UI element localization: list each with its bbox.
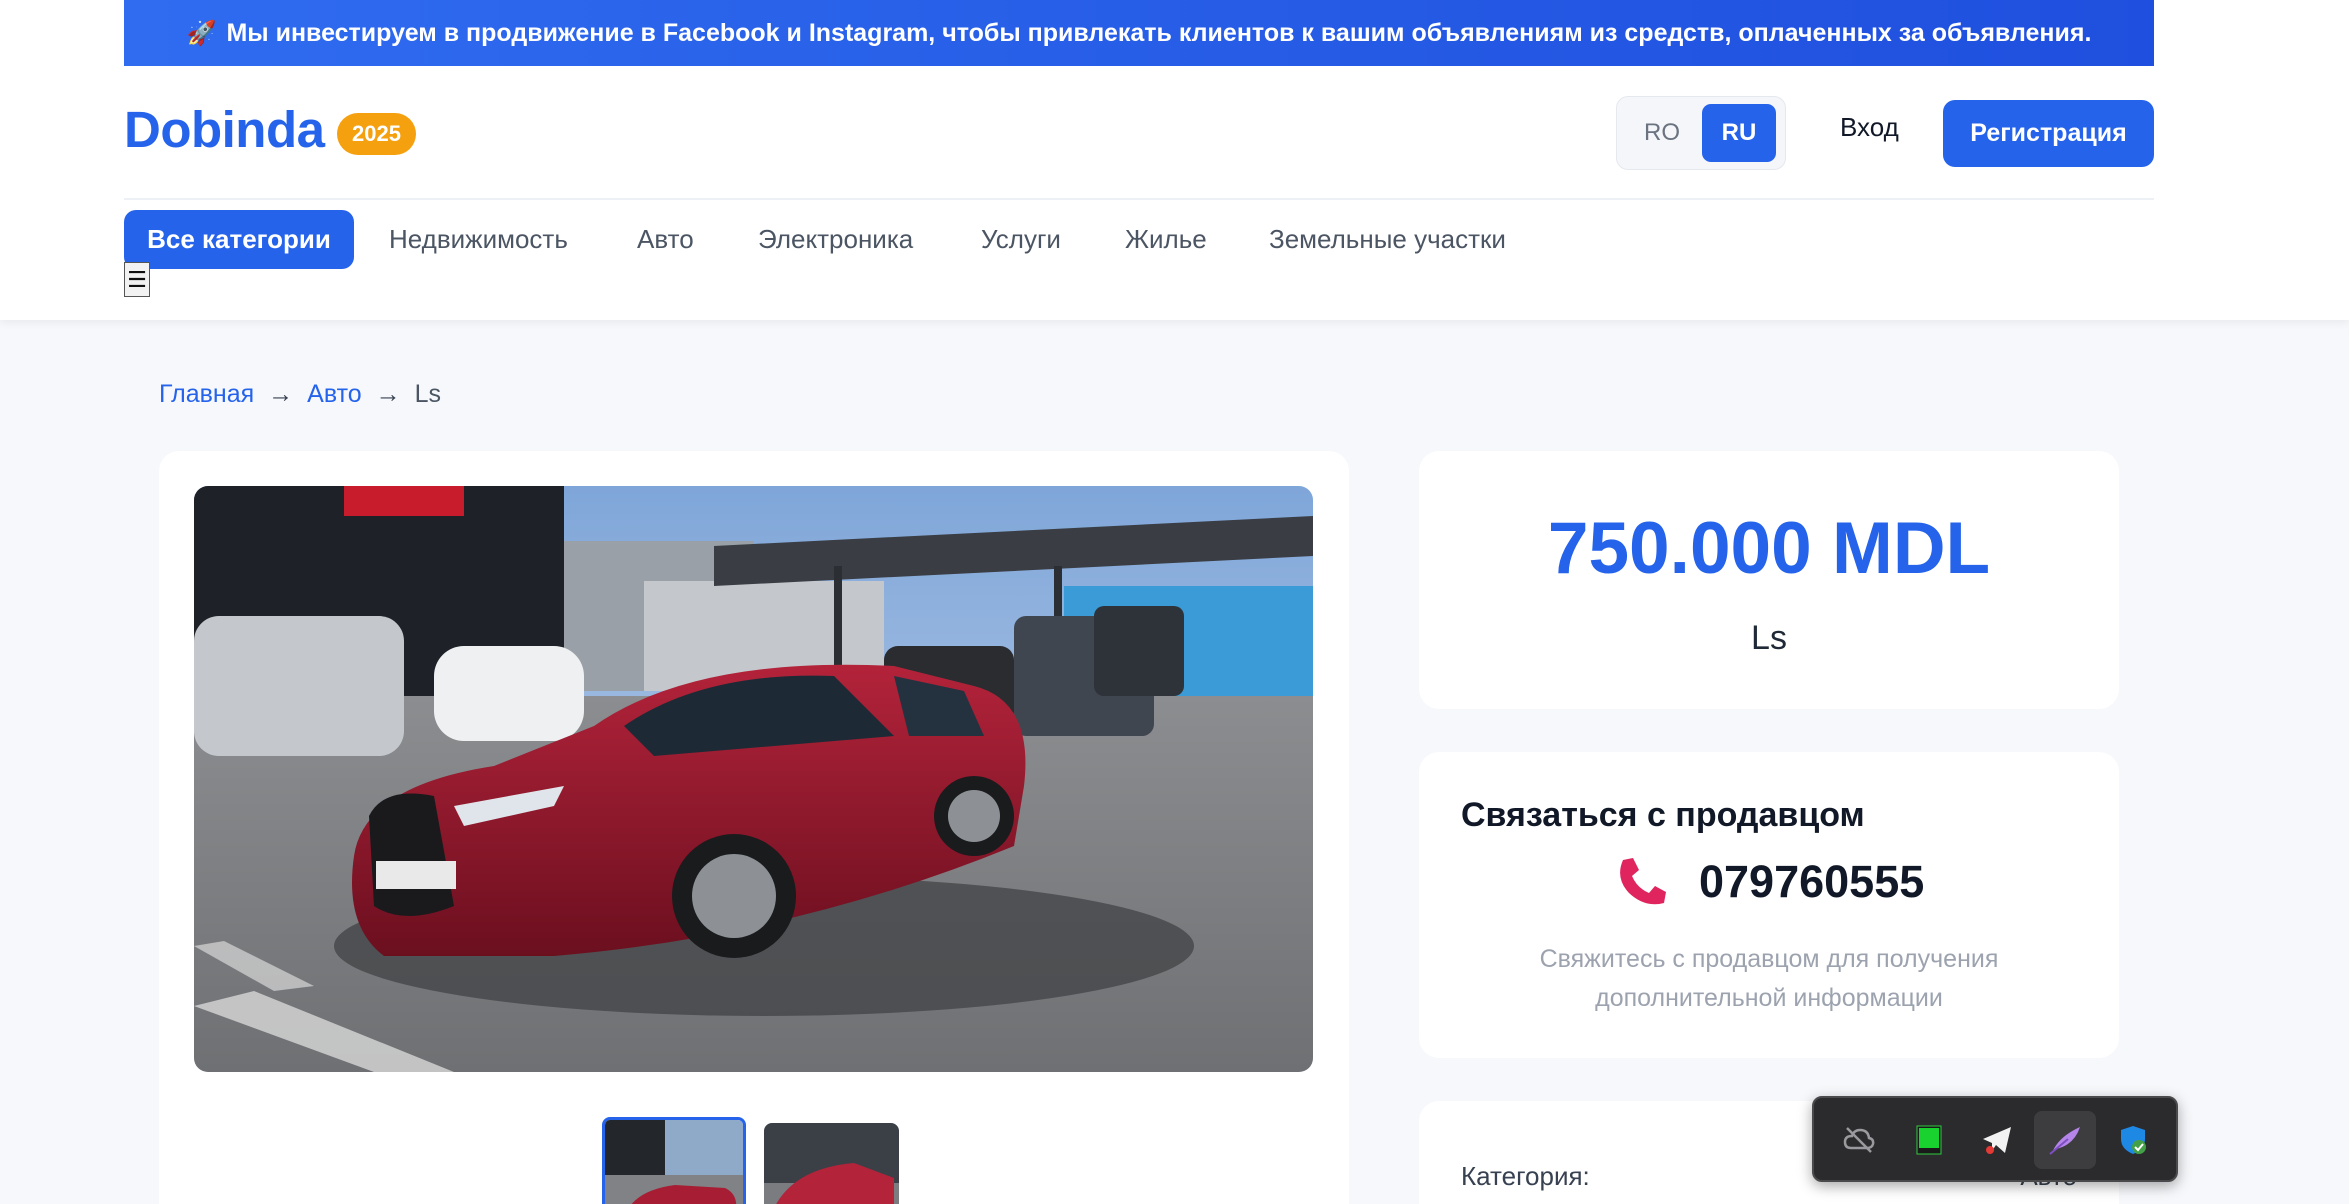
main-car-photo[interactable]	[194, 486, 1313, 1072]
gallery-card	[159, 451, 1349, 1204]
extension-toolbar	[1812, 1096, 2178, 1182]
shield-check-icon[interactable]	[2102, 1111, 2164, 1169]
price-card: 750.000 MDL Ls	[1419, 451, 2119, 709]
breadcrumb-separator: →	[268, 380, 294, 408]
breadcrumb-home[interactable]: Главная	[159, 380, 254, 409]
contact-card: Связаться с продавцом 079760555 Свяжитес…	[1419, 752, 2119, 1058]
promo-text: Мы инвестируем в продвижение в Facebook …	[226, 18, 2092, 47]
phone-number[interactable]: 079760555	[1699, 856, 1924, 908]
listing-price: 750.000 MDL	[1547, 508, 1991, 589]
language-ru-button[interactable]: RU	[1702, 104, 1776, 162]
year-badge: 2025	[337, 113, 416, 155]
category-housing[interactable]: Жилье	[1125, 210, 1207, 269]
quill-icon[interactable]	[2034, 1111, 2096, 1169]
listing-model: Ls	[1751, 619, 1787, 657]
breadcrumb-auto[interactable]: Авто	[307, 380, 361, 409]
rocket-icon: 🚀	[186, 19, 217, 47]
header-divider	[124, 198, 2154, 200]
category-services[interactable]: Услуги	[981, 210, 1061, 269]
contact-title: Связаться с продавцом	[1461, 796, 1865, 834]
breadcrumb: Главная → Авто → Ls	[159, 380, 441, 409]
breadcrumb-current: Ls	[414, 380, 442, 408]
login-link[interactable]: Вход	[1840, 112, 1899, 143]
site-logo[interactable]: Dobinda	[124, 100, 325, 159]
telegram-icon[interactable]	[1966, 1111, 2028, 1169]
phone-row[interactable]: 079760555	[1615, 852, 1924, 912]
green-screen-icon[interactable]	[1898, 1111, 1960, 1169]
category-auto[interactable]: Авто	[637, 210, 694, 269]
phone-icon	[1620, 858, 1666, 905]
cloud-off-icon[interactable]	[1828, 1111, 1890, 1169]
category-electronics[interactable]: Электроника	[758, 210, 913, 269]
menu-toggle-button[interactable]: ☰	[124, 262, 150, 297]
language-switcher: RO RU	[1616, 96, 1786, 170]
site-header: 🚀 Мы инвестируем в продвижение в Faceboo…	[0, 0, 2349, 320]
contact-note: Свяжитесь с продавцом для получения допо…	[1539, 945, 1999, 1012]
breadcrumb-separator: →	[375, 380, 401, 408]
category-all[interactable]: Все категории	[124, 210, 354, 269]
thumbnail-photo-2[interactable]	[764, 1123, 899, 1204]
category-real-estate[interactable]: Недвижимость	[389, 210, 568, 269]
category-land[interactable]: Земельные участки	[1269, 210, 1506, 269]
register-button[interactable]: Регистрация	[1943, 100, 2154, 167]
thumbnail-photo-1[interactable]	[602, 1117, 746, 1204]
language-ro-button[interactable]: RO	[1625, 104, 1699, 162]
category-label: Категория:	[1461, 1161, 1590, 1191]
promo-banner: 🚀 Мы инвестируем в продвижение в Faceboo…	[124, 0, 2154, 66]
